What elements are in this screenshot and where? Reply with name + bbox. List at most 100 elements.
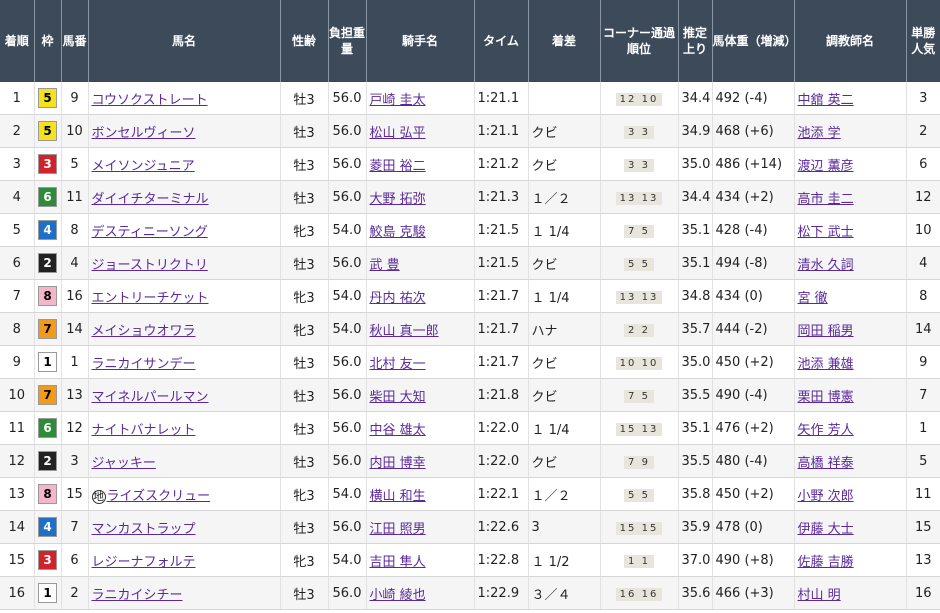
jockey-link[interactable]: 菱田 裕二 [370, 159, 426, 174]
jockey-cell: 柴田 大知 [366, 378, 475, 412]
horse-link[interactable]: ジャッキー [92, 456, 156, 471]
waku-badge: 1 [38, 352, 57, 372]
trainer-cell: 栗田 博憲 [794, 378, 907, 412]
body-weight-cell: 490 (-4) [712, 378, 795, 412]
horse-link[interactable]: ラニカイシチー [92, 588, 183, 603]
horse-cell: ダイイチターミナル [88, 180, 281, 214]
trainer-link[interactable]: 宮 徹 [798, 291, 828, 306]
trainer-link[interactable]: 矢作 芳人 [798, 423, 854, 438]
table-row: 8 7 14 メイショウオワラ 牝3 54.0 秋山 真一郎 1:21.7 ハナ 2 2 35.7 4… [0, 312, 940, 346]
trainer-link[interactable]: 松下 武士 [798, 225, 854, 240]
trainer-link[interactable]: 村山 明 [798, 588, 841, 603]
trainer-link[interactable]: 岡田 稲男 [798, 324, 854, 339]
jockey-link[interactable]: 江田 照男 [370, 522, 426, 537]
jockey-link[interactable]: 横山 和生 [370, 489, 426, 504]
header-weight[interactable]: 負担重量 [328, 0, 367, 82]
time-cell: 1:21.7 [474, 312, 529, 346]
jockey-link[interactable]: 秋山 真一郎 [370, 324, 439, 339]
popularity-cell: 1 [906, 411, 940, 445]
jockey-link[interactable]: 北村 友一 [370, 357, 426, 372]
umaban-cell: 2 [61, 576, 89, 610]
jockey-link[interactable]: 小崎 綾也 [370, 588, 426, 603]
trainer-link[interactable]: 伊藤 大士 [798, 522, 854, 537]
trainer-link[interactable]: 佐藤 吉勝 [798, 555, 854, 570]
body-weight-cell: 434 (0) [712, 279, 795, 313]
horse-link[interactable]: ラニカイサンデー [92, 357, 196, 372]
trainer-link[interactable]: 池添 学 [798, 126, 841, 141]
trainer-link[interactable]: 中舘 英二 [798, 93, 854, 108]
trainer-link[interactable]: 渡辺 薫彦 [798, 159, 854, 174]
jockey-link[interactable]: 武 豊 [370, 258, 400, 273]
trainer-link[interactable]: 高市 圭二 [798, 192, 854, 207]
sexage-cell: 牡3 [280, 510, 329, 544]
trainer-link[interactable]: 小野 次郎 [798, 489, 854, 504]
trainer-link[interactable]: 栗田 博憲 [798, 390, 854, 405]
last3f-cell: 35.5 [678, 444, 713, 478]
sexage-cell: 牝3 [280, 213, 329, 247]
horse-link[interactable]: メイショウオワラ [92, 324, 196, 339]
margin-cell: 3 [528, 510, 601, 544]
rank-cell: 8 [0, 312, 35, 346]
horse-link[interactable]: メイソンジュニア [92, 159, 195, 174]
waku-cell: 3 [34, 147, 62, 181]
header-corner[interactable]: コーナー通過順位 [600, 0, 679, 82]
header-last3f[interactable]: 推定上り [678, 0, 713, 82]
horse-link[interactable]: マンカストラップ [92, 522, 196, 537]
popularity-cell: 8 [906, 279, 940, 313]
horse-cell: ラニカイシチー [88, 576, 281, 610]
body-weight-cell: 468 (+6) [712, 114, 795, 148]
rank-cell: 2 [0, 114, 35, 148]
body-weight-cell: 434 (+2) [712, 180, 795, 214]
header-horse[interactable]: 馬名 [88, 0, 281, 82]
table-row: 15 3 6 レジーナフォルテ 牝3 54.0 吉田 隼人 1:22.8 １ 1/2 1 1 37.… [0, 543, 940, 577]
header-umaban[interactable]: 馬番 [61, 0, 89, 82]
table-row: 7 8 16 エントリーチケット 牝3 54.0 丹内 祐次 1:21.7 １ 1/4 13 13… [0, 279, 940, 313]
popularity-cell: 13 [906, 543, 940, 577]
horse-link[interactable]: デスティニーソング [92, 225, 208, 240]
table-body: 1 5 9 コウソクストレート 牡3 56.0 戸崎 圭太 1:21.1 12 10 34.4 49… [0, 82, 940, 610]
rank-cell: 14 [0, 510, 35, 544]
header-popularity[interactable]: 単勝人気 [906, 0, 940, 82]
header-trainer[interactable]: 調教師名 [794, 0, 907, 82]
waku-badge: 5 [38, 88, 57, 108]
corner-cell: 10 10 [600, 345, 679, 379]
waku-cell: 7 [34, 312, 62, 346]
waku-badge: 3 [38, 154, 57, 174]
weight-cell: 56.0 [328, 246, 367, 280]
jockey-link[interactable]: 松山 弘平 [370, 126, 426, 141]
horse-link[interactable]: コウソクストレート [92, 93, 208, 108]
horse-link[interactable]: ボンセルヴィーソ [92, 126, 196, 141]
jockey-link[interactable]: 丹内 祐次 [370, 291, 426, 306]
horse-link[interactable]: ライズスクリュー [107, 489, 211, 504]
trainer-link[interactable]: 池添 兼雄 [798, 357, 854, 372]
table-header: 着順 枠 馬番 馬名 性齢 負担重量 騎手名 タイム 着差 コーナー通過順位 推… [0, 0, 940, 82]
jockey-cell: 戸崎 圭太 [366, 82, 475, 115]
jockey-link[interactable]: 鮫島 克駿 [370, 225, 426, 240]
header-sexage[interactable]: 性齢 [280, 0, 329, 82]
horse-link[interactable]: ダイイチターミナル [92, 192, 209, 207]
jockey-link[interactable]: 柴田 大知 [370, 390, 426, 405]
table-row: 2 5 10 ボンセルヴィーソ 牡3 56.0 松山 弘平 1:21.1 クビ 3 3 34.9 46… [0, 114, 940, 148]
header-jockey[interactable]: 騎手名 [366, 0, 475, 82]
trainer-cell: 高市 圭二 [794, 180, 907, 214]
header-rank[interactable]: 着順 [0, 0, 35, 82]
horse-link[interactable]: マイネルパールマン [92, 390, 209, 405]
jockey-link[interactable]: 戸崎 圭太 [370, 93, 426, 108]
header-body-weight[interactable]: 馬体重（増減） [712, 0, 797, 82]
jockey-link[interactable]: 内田 博幸 [370, 456, 426, 471]
header-waku[interactable]: 枠 [34, 0, 62, 82]
popularity-cell: 9 [906, 345, 940, 379]
trainer-link[interactable]: 高橋 祥泰 [798, 456, 854, 471]
jockey-cell: 江田 照男 [366, 510, 475, 544]
jockey-link[interactable]: 大野 拓弥 [370, 192, 426, 207]
header-margin[interactable]: 着差 [528, 0, 601, 82]
horse-link[interactable]: ジョーストリクトリ [92, 258, 208, 273]
horse-link[interactable]: エントリーチケット [92, 291, 209, 306]
horse-link[interactable]: ナイトバナレット [92, 423, 196, 438]
jockey-link[interactable]: 中谷 雄太 [370, 423, 426, 438]
jockey-link[interactable]: 吉田 隼人 [370, 555, 426, 570]
header-time[interactable]: タイム [474, 0, 529, 82]
trainer-link[interactable]: 清水 久詞 [798, 258, 854, 273]
horse-link[interactable]: レジーナフォルテ [92, 555, 196, 570]
jockey-cell: 吉田 隼人 [366, 543, 475, 577]
